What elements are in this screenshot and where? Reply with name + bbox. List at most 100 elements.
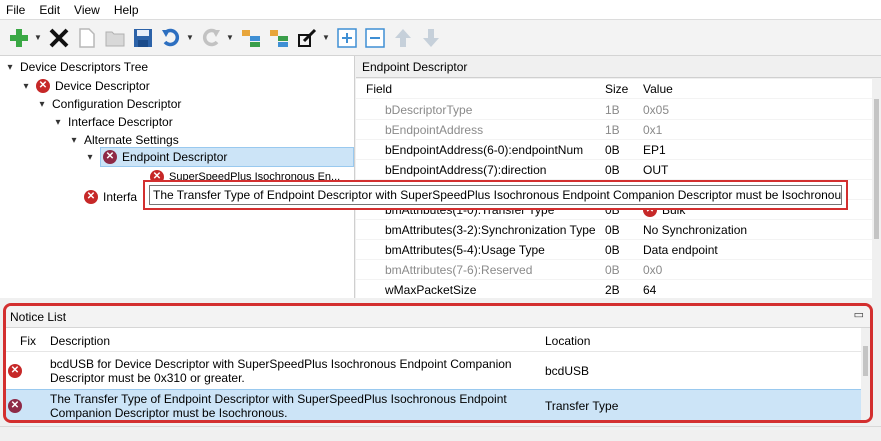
menu-help[interactable]: Help [114,3,139,17]
scrollbar-thumb[interactable] [863,346,868,376]
notice-row[interactable]: ✕ bcdUSB for Device Descriptor with Supe… [6,353,866,389]
notice-fix-cell[interactable]: ✕ [6,364,50,378]
error-icon: ✕ [8,364,22,378]
table-row[interactable]: bmAttributes(7-6):Reserved 0B 0x0 [356,260,872,280]
tree-item-interface-descriptor[interactable]: ▾ Interface Descriptor [52,113,173,131]
new-document-icon[interactable] [74,23,100,53]
field-name: bmAttributes(3-2):Synchronization Type [385,222,596,237]
undo-icon[interactable] [158,23,184,53]
field-value[interactable]: No Synchronization [637,223,872,237]
tree-item-label: Endpoint Descriptor [122,150,228,164]
notice-row-selected[interactable]: ✕ The Transfer Type of Endpoint Descript… [6,389,866,420]
field-name: bDescriptorType [385,102,473,117]
menu-view[interactable]: View [74,3,100,17]
tooltip-text: The Transfer Type of Endpoint Descriptor… [149,185,842,205]
table-row[interactable]: wMaxPacketSize 2B 64 [356,280,872,298]
chevron-down-icon[interactable]: ▾ [84,152,96,163]
field-value[interactable]: OUT [637,163,872,177]
insert-child-icon[interactable] [238,23,264,53]
collapse-all-icon[interactable] [362,23,388,53]
tree-item-endpoint-descriptor[interactable]: ▾ ✕ Endpoint Descriptor [84,147,354,167]
field-value[interactable]: Data endpoint [637,243,872,257]
redo-dropdown-icon[interactable]: ▼ [226,23,234,53]
scrollbar-thumb[interactable] [874,99,879,239]
edit-dropdown-icon[interactable]: ▼ [322,23,330,53]
notice-list-panel: Notice List ▭ Fix Description Location ✕… [3,303,873,423]
field-name: bmAttributes(7-6):Reserved [385,262,533,277]
add-dropdown-icon[interactable]: ▼ [34,23,42,53]
undo-dropdown-icon[interactable]: ▼ [186,23,194,53]
menu-edit[interactable]: Edit [39,3,60,17]
error-icon: ✕ [103,150,117,164]
edit-icon[interactable] [294,23,320,53]
notice-list-title-text: Notice List [10,309,67,324]
insert-sibling-icon[interactable] [266,23,292,53]
chevron-down-icon[interactable]: ▾ [52,117,64,128]
tree-item-configuration-descriptor[interactable]: ▾ Configuration Descriptor [36,95,181,113]
menu-file[interactable]: File [6,3,25,17]
notice-location: bcdUSB [545,364,590,378]
field-value[interactable]: EP1 [637,143,872,157]
tree-item-label: Alternate Settings [84,133,179,147]
table-header: Field Size Value [356,79,872,99]
field-size: 1B [605,122,620,137]
move-up-icon[interactable] [390,23,416,53]
tree-item-device-descriptor[interactable]: ▾ ✕ Device Descriptor [20,77,150,95]
field-value[interactable]: 0x05 [637,103,872,117]
column-fix[interactable]: Fix [6,334,50,348]
field-name: wMaxPacketSize [385,282,477,297]
notice-header: Fix Description Location [6,330,866,352]
chevron-down-icon[interactable]: ▾ [68,135,80,146]
toolbar: ▼ ▼ ▼ ▼ [0,20,881,56]
field-name: bEndpointAddress(7):direction [385,162,547,177]
error-icon: ✕ [84,190,98,204]
add-icon[interactable] [6,23,32,53]
error-icon: ✕ [36,79,50,93]
move-down-icon[interactable] [418,23,444,53]
tree-item-label: Configuration Descriptor [52,97,182,111]
table-row[interactable]: bDescriptorType 1B 0x05 [356,100,872,120]
table-row[interactable]: bmAttributes(3-2):Synchronization Type 0B… [356,220,872,240]
field-value[interactable]: 0x0 [637,263,872,277]
field-value[interactable]: 0x1 [637,123,872,137]
field-size: 0B [605,242,620,257]
tree-item-label: Interfa [103,190,138,204]
tree-root[interactable]: ▾ Device Descriptors Tree [4,58,148,76]
open-folder-icon[interactable] [102,23,128,53]
field-size: 0B [605,142,620,157]
chevron-down-icon[interactable]: ▾ [36,99,48,110]
notice-description: bcdUSB for Device Descriptor with SuperS… [50,357,512,385]
tree-item-label: Device Descriptor [55,79,150,93]
field-size: 0B [605,222,620,237]
endpoint-scrollbar[interactable] [872,79,881,298]
delete-icon[interactable] [46,23,72,53]
tree-item-interface-2[interactable]: ✕ Interfa [84,188,137,206]
column-description[interactable]: Description [50,334,537,348]
column-location[interactable]: Location [537,334,857,348]
expand-all-icon[interactable] [334,23,360,53]
tree-root-label: Device Descriptors Tree [20,60,149,74]
notice-scrollbar[interactable] [861,328,870,420]
menu-bar: File Edit View Help [0,0,881,20]
column-field[interactable]: Field [356,82,601,96]
column-size[interactable]: Size [601,82,637,96]
field-value[interactable]: 64 [637,283,872,297]
notice-fix-cell[interactable]: ✕ [6,399,50,413]
notice-description: The Transfer Type of Endpoint Descriptor… [50,392,507,420]
redo-icon[interactable] [198,23,224,53]
save-icon[interactable] [130,23,156,53]
table-row[interactable]: bEndpointAddress(7):direction 0B OUT [356,160,872,180]
error-icon: ✕ [8,399,22,413]
column-value[interactable]: Value [637,82,872,96]
device-descriptors-tree[interactable]: ▾ Device Descriptors Tree ▾ ✕ Device Des… [0,56,355,298]
table-row[interactable]: bEndpointAddress 1B 0x1 [356,120,872,140]
field-name: bEndpointAddress [385,122,484,137]
field-size: 0B [605,162,620,177]
chevron-down-icon[interactable]: ▾ [20,81,32,92]
notice-location: Transfer Type [545,399,619,413]
chevron-down-icon[interactable]: ▾ [4,62,16,73]
float-window-icon[interactable]: ▭ [854,308,864,321]
table-row[interactable]: bEndpointAddress(6-0):endpointNum 0B EP1 [356,140,872,160]
tree-item-label: Interface Descriptor [68,115,173,129]
table-row[interactable]: bmAttributes(5-4):Usage Type 0B Data endpo… [356,240,872,260]
